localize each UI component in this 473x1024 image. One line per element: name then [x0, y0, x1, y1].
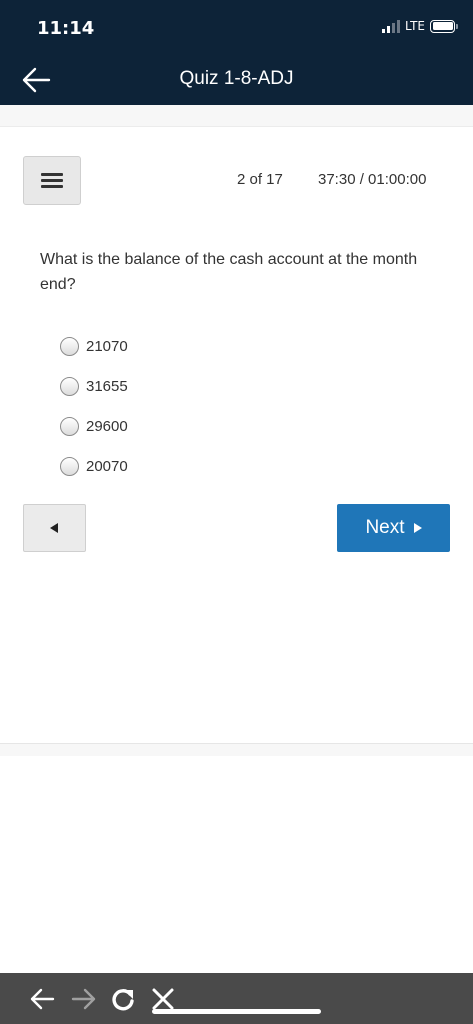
radio-button[interactable]	[60, 416, 79, 436]
answer-options: 21070 31655 29600 20070	[60, 326, 128, 486]
answer-label: 21070	[86, 337, 128, 355]
answer-label: 29600	[86, 417, 128, 435]
answer-option[interactable]: 29600	[60, 406, 128, 446]
page-title: Quiz 1-8-ADJ	[179, 68, 294, 89]
answer-option[interactable]: 31655	[60, 366, 128, 406]
battery-icon	[430, 19, 458, 33]
radio-button[interactable]	[60, 456, 79, 476]
next-button[interactable]: Next	[337, 504, 450, 552]
answer-option[interactable]: 20070	[60, 446, 128, 486]
app-screen: 11:14 LTE Quiz 1-8-ADJ 2 of 17 37:30 / 0…	[0, 0, 473, 1024]
home-indicator[interactable]	[152, 1009, 321, 1014]
browser-back-button[interactable]	[28, 985, 56, 1013]
radio-button[interactable]	[60, 376, 79, 396]
previous-button[interactable]	[23, 504, 86, 552]
question-text: What is the balance of the cash account …	[40, 251, 418, 293]
close-icon	[152, 988, 174, 1010]
answer-label: 31655	[86, 377, 128, 395]
forward-arrow-icon	[71, 988, 96, 1010]
status-time: 11:14	[37, 18, 95, 39]
header-divider	[0, 105, 473, 127]
browser-toolbar	[0, 973, 473, 1024]
radio-button[interactable]	[60, 336, 79, 356]
back-arrow-icon	[30, 988, 55, 1010]
signal-icon	[382, 19, 401, 33]
reload-icon	[112, 989, 134, 1011]
next-button-label: Next	[365, 517, 405, 538]
triangle-right-icon	[413, 523, 422, 533]
quiz-timer: 37:30 / 01:00:00	[318, 171, 427, 188]
status-indicators: LTE	[382, 19, 458, 33]
browser-forward-button[interactable]	[70, 985, 98, 1013]
hamburger-icon	[41, 170, 63, 191]
content-footer-divider	[0, 743, 473, 756]
network-label: LTE	[405, 19, 425, 33]
browser-reload-button[interactable]	[109, 985, 137, 1013]
answer-label: 20070	[86, 457, 128, 475]
triangle-left-icon	[50, 523, 58, 533]
answer-option[interactable]: 21070	[60, 326, 128, 366]
question-menu-button[interactable]	[23, 156, 81, 205]
top-bar: 11:14 LTE Quiz 1-8-ADJ	[0, 0, 473, 105]
question-progress: 2 of 17	[237, 171, 283, 188]
